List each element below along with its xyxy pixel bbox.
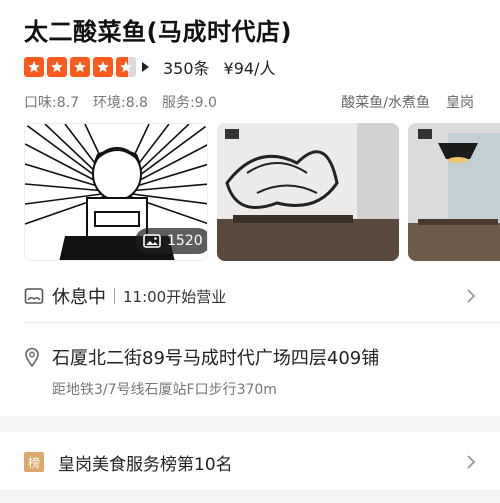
score-list: 口味:8.7 环境:8.8 服务:9.0	[24, 92, 217, 112]
review-count[interactable]: 350条	[163, 55, 210, 79]
metro-distance: 距地铁3/7号线石厦站F口步行370m	[52, 382, 277, 398]
star-rating	[24, 57, 136, 77]
business-status-row[interactable]: 休息中 11:00开始营业	[0, 278, 500, 314]
location-pin-icon	[25, 347, 39, 367]
address-row[interactable]: 石厦北二街89号马成时代广场四层409铺	[0, 342, 500, 372]
section-separator	[0, 416, 500, 432]
photo-count-badge[interactable]: 1520	[135, 228, 207, 254]
shop-closed-icon	[24, 288, 44, 304]
star-icon	[47, 57, 67, 77]
ranking-text: 皇岗美食服务榜第10名	[58, 454, 233, 475]
half-star-icon	[116, 57, 136, 77]
opening-time: 11:00开始营业	[123, 287, 227, 306]
score-environment: 环境:8.8	[92, 95, 148, 111]
ranking-row[interactable]: 榜 皇岗美食服务榜第10名	[0, 447, 500, 477]
tag-area[interactable]: 皇岗	[446, 92, 474, 112]
tag-category[interactable]: 酸菜鱼/水煮鱼	[341, 92, 430, 112]
star-icon	[70, 57, 90, 77]
photo-interior-1[interactable]	[217, 123, 399, 261]
chevron-right-icon[interactable]	[466, 454, 476, 470]
star-icon	[24, 57, 44, 77]
restaurant-interior-image	[217, 123, 399, 261]
restaurant-window-image	[408, 123, 500, 261]
chevron-right-icon[interactable]	[466, 288, 476, 304]
photo-count: 1520	[167, 233, 203, 249]
photo-interior-2[interactable]	[408, 123, 500, 261]
status-divider	[114, 288, 115, 304]
score-taste: 口味:8.7	[24, 95, 79, 111]
address-text[interactable]: 石厦北二街89号马成时代广场四层409铺	[52, 344, 379, 370]
star-icon	[93, 57, 113, 77]
play-triangle-icon	[142, 62, 149, 72]
score-service: 服务:9.0	[161, 95, 217, 111]
shop-title: 太二酸菜鱼(马成时代店)	[24, 18, 292, 46]
rating-row[interactable]: 350条 ¥94/人	[24, 56, 275, 78]
divider	[24, 322, 500, 323]
section-separator	[0, 490, 500, 503]
photo-illustration[interactable]: 1520	[24, 123, 208, 261]
ranking-badge-icon: 榜	[24, 452, 44, 472]
tag-list: 酸菜鱼/水煮鱼 皇岗	[341, 92, 474, 112]
avg-price: ¥94/人	[223, 59, 276, 78]
status-label: 休息中	[52, 287, 106, 308]
photo-gallery[interactable]: 1520	[24, 123, 500, 261]
image-icon	[143, 234, 161, 248]
